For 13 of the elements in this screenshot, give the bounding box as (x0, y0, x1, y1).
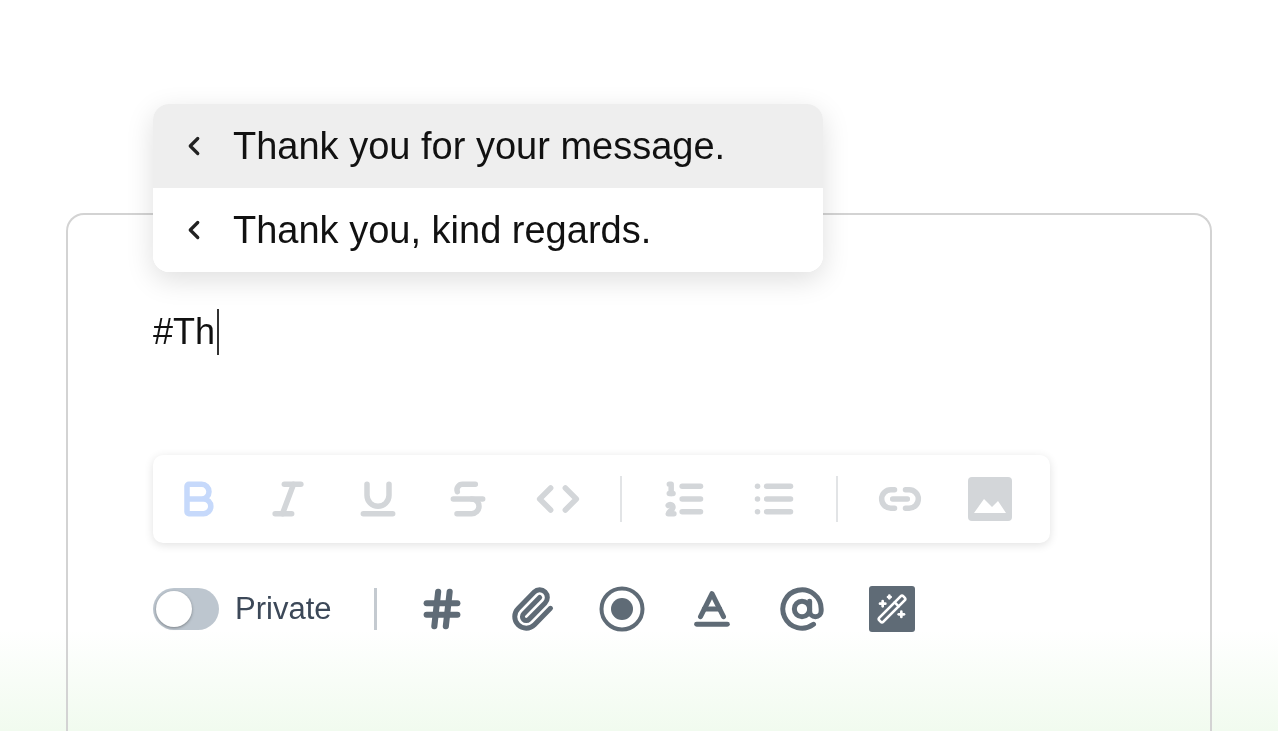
toggle-label: Private (235, 591, 332, 627)
paperclip-icon (509, 586, 556, 632)
image-icon (968, 477, 1012, 521)
editor-text[interactable]: #Th (153, 311, 216, 353)
record-icon (599, 586, 646, 632)
private-toggle[interactable] (153, 588, 219, 630)
suggestion-item[interactable]: Thank you, kind regards. (153, 188, 823, 272)
at-sign-icon (779, 586, 826, 632)
suggestion-text: Thank you for your message. (233, 124, 726, 168)
suggestion-item[interactable]: Thank you for your message. (153, 104, 823, 188)
text-cursor (217, 309, 220, 355)
suggestion-text: Thank you, kind regards. (233, 208, 652, 252)
magic-wand-icon (869, 586, 916, 632)
